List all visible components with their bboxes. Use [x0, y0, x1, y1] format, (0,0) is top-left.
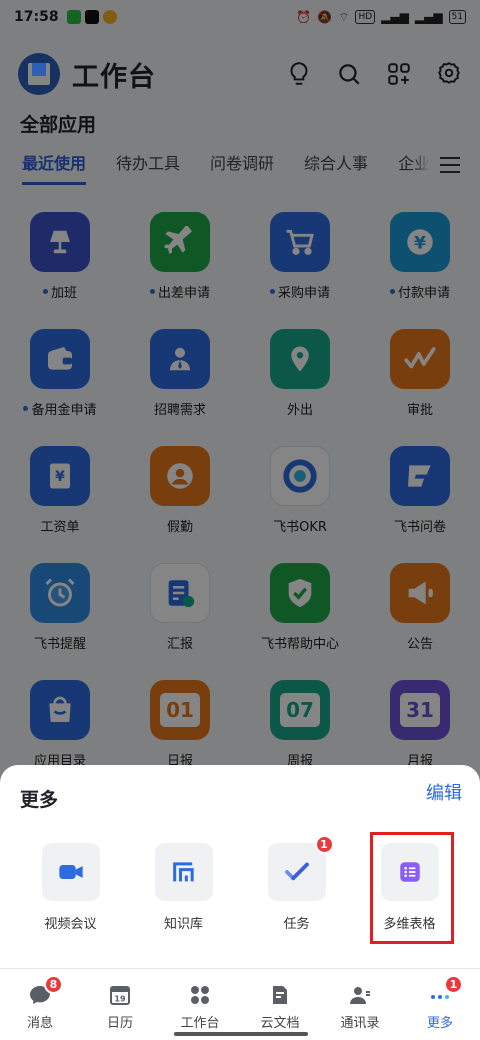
nav-cloud-docs[interactable]: 云文档 — [240, 969, 320, 1040]
bottom-nav: 8 消息 19 日历 工作台 云文档 通讯录 1 更多 — [0, 968, 480, 1040]
sheet-item-video-meeting[interactable]: 视频会议 — [14, 843, 127, 932]
home-indicator — [174, 1032, 308, 1036]
sheet-item-label: 知识库 — [163, 917, 203, 932]
more-badge: 1 — [444, 975, 463, 994]
messages-badge: 8 — [44, 975, 63, 994]
task-badge: 1 — [314, 835, 334, 854]
task-check-icon — [284, 862, 309, 881]
sheet-item-label: 视频会议 — [44, 917, 97, 932]
nav-messages[interactable]: 8 消息 — [0, 969, 80, 1040]
sheet-title: 更多 — [20, 789, 59, 811]
nav-workspace[interactable]: 工作台 — [160, 969, 240, 1040]
cloud-doc-icon — [273, 986, 287, 1004]
contacts-icon — [350, 987, 370, 1004]
sheet-item-knowledge-base[interactable]: 知识库 — [127, 843, 240, 932]
video-camera-icon — [58, 865, 83, 879]
sheet-item-task[interactable]: 1 任务 — [240, 835, 353, 932]
calendar-day: 19 — [114, 995, 126, 1004]
nav-more[interactable]: 1 更多 — [400, 969, 480, 1040]
sheet-item-label: 任务 — [283, 917, 310, 932]
calendar-icon: 19 — [110, 986, 130, 1005]
nav-contacts[interactable]: 通讯录 — [320, 969, 400, 1040]
workspace-icon — [191, 986, 209, 1004]
highlight-box — [370, 832, 454, 944]
knowledge-base-icon — [172, 862, 194, 882]
edit-button[interactable]: 编辑 — [426, 779, 462, 805]
nav-calendar[interactable]: 19 日历 — [80, 969, 160, 1040]
